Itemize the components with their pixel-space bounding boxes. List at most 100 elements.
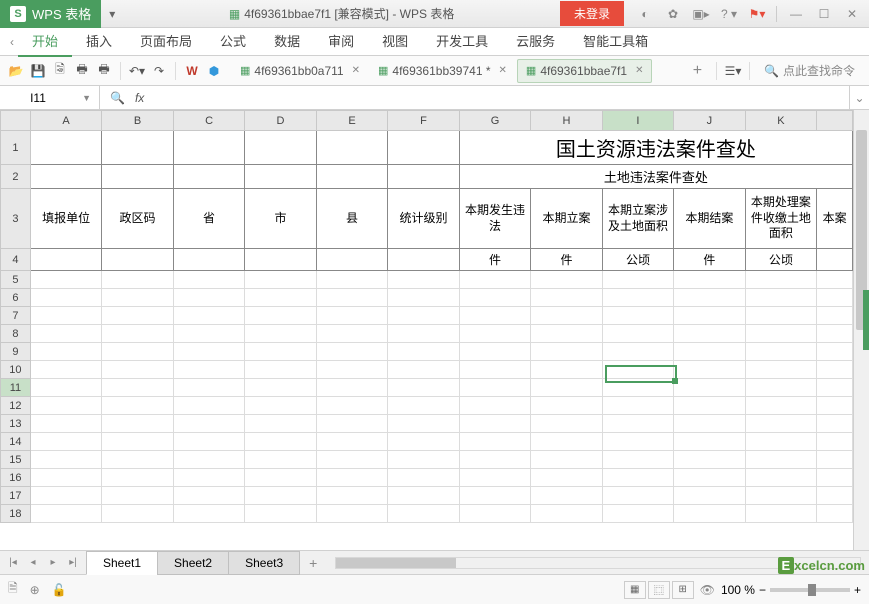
cell-r13-c5[interactable] [388,415,459,433]
cell-r18-c5[interactable] [388,505,459,523]
cell-r5-c10[interactable] [745,271,816,289]
cell-r16-c6[interactable] [459,469,530,487]
menu-item-7[interactable]: 开发工具 [422,26,502,57]
cell-r5-c0[interactable] [30,271,101,289]
row-header-13[interactable]: 13 [1,415,31,433]
zoom-slider[interactable] [770,588,850,592]
app-dropdown-icon[interactable]: ▾ [101,7,123,21]
cell-reference-input[interactable] [8,91,68,105]
fx-label[interactable]: fx [135,91,144,105]
redo-icon[interactable]: ↷ [149,61,169,81]
cell-r18-c7[interactable] [531,505,602,523]
cell-r10-c5[interactable] [388,361,459,379]
cell-r5-c5[interactable] [388,271,459,289]
cell-r8-c9[interactable] [674,325,745,343]
cell-r17-c0[interactable] [30,487,101,505]
zoom-in-button[interactable]: + [854,583,861,597]
cell-r6-c9[interactable] [674,289,745,307]
status-info-icon[interactable]: ⊕ [30,583,40,597]
doc-tab-1[interactable]: ▦4f69361bb39741 *✕ [370,60,515,82]
col-header-E[interactable]: E [316,111,387,131]
cell-r16-c9[interactable] [674,469,745,487]
sheet-last-icon[interactable]: ▸| [64,554,82,572]
cell-r18-c4[interactable] [316,505,387,523]
cell-r1-c1[interactable] [102,131,173,165]
cell-r15-c5[interactable] [388,451,459,469]
cell-r10-c6[interactable] [459,361,530,379]
row-header-10[interactable]: 10 [1,361,31,379]
cell-r13-c10[interactable] [745,415,816,433]
cell-r13-c1[interactable] [102,415,173,433]
cell-r9-c10[interactable] [745,343,816,361]
row-header-1[interactable]: 1 [1,131,31,165]
open-icon[interactable]: 📂 [6,61,26,81]
cell-r5-c6[interactable] [459,271,530,289]
skin-icon[interactable]: ◐ [632,3,658,25]
cell-r15-c4[interactable] [316,451,387,469]
cell-r12-c1[interactable] [102,397,173,415]
cell-r14-c7[interactable] [531,433,602,451]
cell-r16-c8[interactable] [602,469,673,487]
cell-r11-c11[interactable] [817,379,853,397]
col-header-H[interactable]: H [531,111,602,131]
cell-r7-c11[interactable] [817,307,853,325]
cell-r13-c4[interactable] [316,415,387,433]
view-break-icon[interactable]: ⊞ [672,581,694,599]
cell-r4-c5[interactable] [388,249,459,271]
cell-r6-c8[interactable] [602,289,673,307]
cell-r12-c2[interactable] [173,397,244,415]
cell-r9-c5[interactable] [388,343,459,361]
cell-r8-c3[interactable] [245,325,316,343]
cell-r17-c4[interactable] [316,487,387,505]
cell-r15-c6[interactable] [459,451,530,469]
cell-r11-c5[interactable] [388,379,459,397]
menu-item-2[interactable]: 页面布局 [126,26,206,57]
cell-r8-c7[interactable] [531,325,602,343]
col-header-B[interactable]: B [102,111,173,131]
cell-r13-c0[interactable] [30,415,101,433]
col-header-K[interactable]: K [745,111,816,131]
side-panel-handle[interactable] [863,290,869,350]
cell-r12-c7[interactable] [531,397,602,415]
cell-r12-c3[interactable] [245,397,316,415]
select-all-corner[interactable] [1,111,31,131]
print-icon[interactable]: 🖶 [72,61,92,81]
cell-r16-c2[interactable] [173,469,244,487]
cell-r9-c9[interactable] [674,343,745,361]
cell-r18-c1[interactable] [102,505,173,523]
cell-r7-c9[interactable] [674,307,745,325]
cell-r5-c7[interactable] [531,271,602,289]
zoom-level[interactable]: 100 % [721,583,755,597]
cell-r3-c10[interactable]: 本期处理案件收缴土地面积 [745,189,816,249]
cell-r10-c4[interactable] [316,361,387,379]
cell-r5-c4[interactable] [316,271,387,289]
wps-w-icon[interactable]: W [182,61,202,81]
reading-mode-icon[interactable]: 👁 [700,583,715,597]
print-preview-icon[interactable]: 🗟 [50,61,70,81]
cell-r6-c0[interactable] [30,289,101,307]
cell-r14-c4[interactable] [316,433,387,451]
cell-r15-c0[interactable] [30,451,101,469]
cell-r4-c3[interactable] [245,249,316,271]
notification-icon[interactable]: ⚑▾ [744,3,770,25]
row-header-5[interactable]: 5 [1,271,31,289]
cell-r13-c7[interactable] [531,415,602,433]
cell-r5-c9[interactable] [674,271,745,289]
col-header-J[interactable]: J [674,111,745,131]
cell-r17-c1[interactable] [102,487,173,505]
cell-r10-c1[interactable] [102,361,173,379]
cell-r6-c5[interactable] [388,289,459,307]
cell-r3-c3[interactable]: 市 [245,189,316,249]
cube-icon[interactable]: ⬢ [204,61,224,81]
cell-r2-c1[interactable] [102,165,173,189]
cell-r13-c3[interactable] [245,415,316,433]
cell-r3-c11[interactable]: 本案 [817,189,853,249]
row-header-9[interactable]: 9 [1,343,31,361]
cell-r2-c0[interactable] [30,165,101,189]
row-header-3[interactable]: 3 [1,189,31,249]
cell-r7-c10[interactable] [745,307,816,325]
view-normal-icon[interactable]: ▦ [624,581,646,599]
cell-r1-c2[interactable] [173,131,244,165]
cell-r4-c0[interactable] [30,249,101,271]
cell-r3-c2[interactable]: 省 [173,189,244,249]
